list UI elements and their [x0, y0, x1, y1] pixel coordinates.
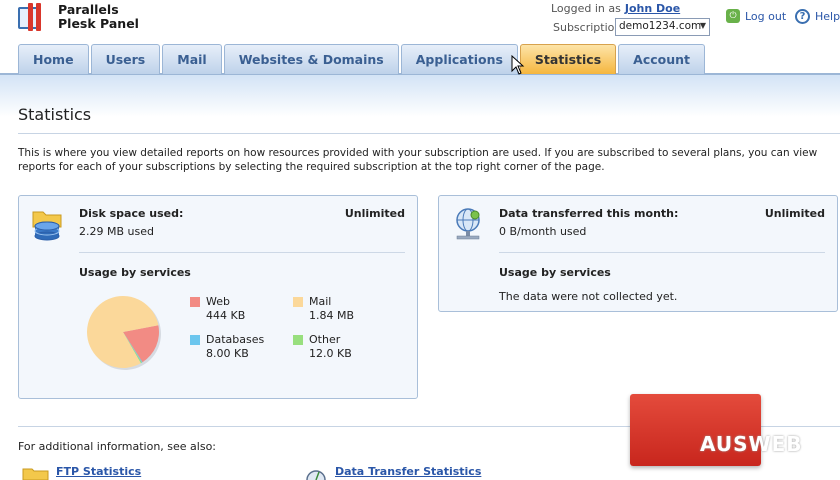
disk-usage-pie-chart — [87, 296, 161, 370]
data-transfer-statistics-link[interactable]: Data Transfer Statistics — [335, 465, 481, 478]
legend-value-databases: 8.00 KB — [206, 347, 249, 360]
traffic-no-data-note: The data were not collected yet. — [499, 290, 678, 303]
database-icon — [32, 211, 62, 241]
subscription-label: Subscription — [553, 21, 622, 34]
legend-label-mail: Mail — [309, 295, 332, 308]
plesk-logo: Parallels Plesk Panel — [18, 3, 139, 31]
brand-line-2: Plesk Panel — [58, 16, 139, 31]
disk-panel-divider — [79, 252, 405, 253]
disk-space-used: 2.29 MB used — [79, 225, 154, 238]
tab-mail[interactable]: Mail — [162, 44, 222, 74]
legend-swatch-mail — [293, 297, 303, 307]
logout-label: Log out — [745, 9, 787, 23]
disk-space-label: Disk space used: — [79, 207, 184, 220]
legend-label-other: Other — [309, 333, 341, 346]
tab-home[interactable]: Home — [18, 44, 89, 74]
tab-websites-domains[interactable]: Websites & Domains — [223, 44, 399, 74]
data-transfer-panel: Data transferred this month: Unlimited 0… — [438, 195, 838, 312]
data-transfer-limit: Unlimited — [764, 207, 825, 220]
legend-label-databases: Databases — [206, 333, 265, 346]
disk-usage-heading: Usage by services — [79, 266, 191, 279]
tab-statistics[interactable]: Statistics — [519, 44, 617, 74]
data-transfer-used: 0 B/month used — [499, 225, 587, 238]
help-label: Help — [815, 10, 840, 23]
legend-value-web: 444 KB — [206, 309, 246, 322]
logged-in-info: Logged in as John Doe — [551, 2, 680, 15]
content-header-band — [0, 75, 840, 135]
legend-value-mail: 1.84 MB — [309, 309, 355, 322]
legend-value-other: 12.0 KB — [309, 347, 352, 360]
logout-button[interactable]: ⏻ Log out — [726, 9, 786, 23]
folder-icon — [22, 468, 49, 480]
parallels-logo-icon — [18, 3, 50, 31]
title-divider — [18, 133, 840, 134]
legend-label-web: Web — [206, 295, 230, 308]
gauge-icon — [306, 470, 326, 480]
mouse-cursor-icon — [511, 55, 525, 75]
logout-icon: ⏻ — [726, 9, 740, 23]
header-user-area: Logged in as John Doe Subscription demo12… — [540, 0, 840, 40]
help-button[interactable]: ? Help — [795, 9, 840, 24]
subscription-select[interactable]: demo1234.com ▼ — [615, 18, 710, 36]
brand-name: Parallels Plesk Panel — [58, 3, 139, 31]
disk-space-limit: Unlimited — [344, 207, 405, 220]
page-title: Statistics — [18, 105, 92, 124]
chevron-down-icon: ▼ — [699, 21, 706, 30]
disk-space-panel: Disk space used: Unlimited 2.29 MB used … — [18, 195, 418, 399]
page-description: This is where you view detailed reports … — [18, 147, 818, 173]
legend-swatch-web — [190, 297, 200, 307]
tab-applications[interactable]: Applications — [400, 44, 518, 74]
subscription-value: demo1234.com — [619, 20, 702, 32]
user-name-link[interactable]: John Doe — [625, 2, 680, 15]
legend-swatch-databases — [190, 335, 200, 345]
tab-users[interactable]: Users — [90, 44, 161, 74]
ftp-statistics-link[interactable]: FTP Statistics — [56, 465, 141, 478]
legend-swatch-other — [293, 335, 303, 345]
traffic-panel-divider — [499, 252, 825, 253]
tab-account[interactable]: Account — [618, 44, 706, 74]
logged-in-label: Logged in as — [551, 2, 621, 15]
network-transfer-icon — [456, 208, 480, 240]
main-tabs: Home Users Mail Websites & Domains Appli… — [18, 44, 707, 74]
data-transfer-label: Data transferred this month: — [499, 207, 679, 220]
see-also-label: For additional information, see also: — [18, 440, 217, 453]
help-icon: ? — [795, 9, 810, 24]
watermark-text: AUSWEB — [700, 432, 803, 456]
brand-line-1: Parallels — [58, 2, 119, 17]
traffic-usage-heading: Usage by services — [499, 266, 611, 279]
